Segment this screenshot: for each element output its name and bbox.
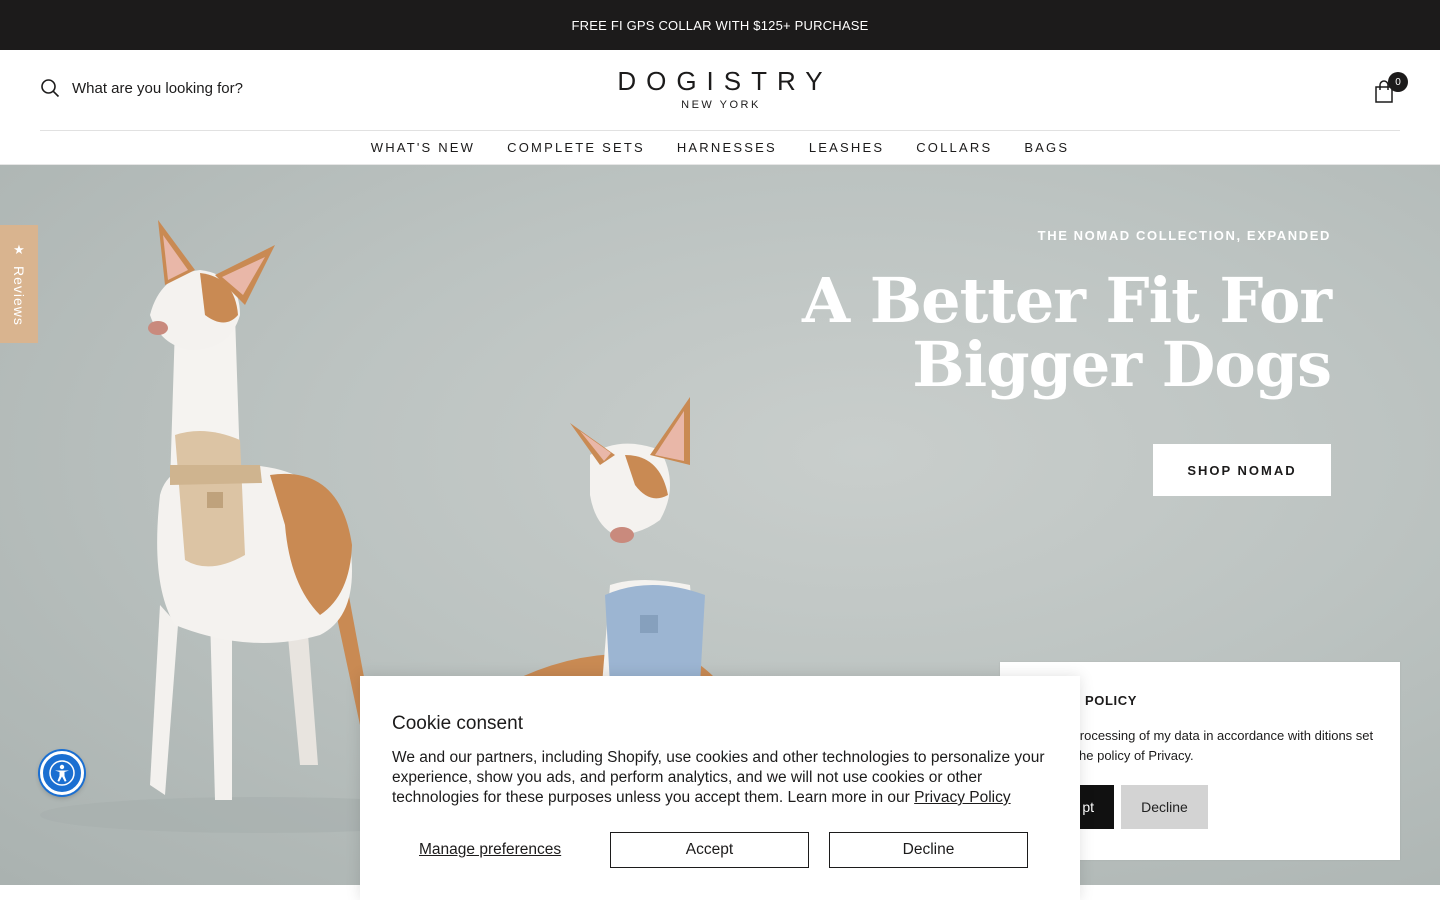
announcement-bar: FREE FI GPS COLLAR WITH $125+ PURCHASE [0, 0, 1440, 50]
cart-button[interactable]: 0 [1370, 72, 1408, 106]
privacy-panel-title: POLICY [1085, 693, 1137, 708]
nav-item-bags[interactable]: BAGS [1008, 140, 1085, 155]
cart-count-badge: 0 [1388, 72, 1408, 92]
nav-item-whats-new[interactable]: WHAT'S NEW [355, 140, 491, 155]
accessibility-button[interactable] [40, 751, 84, 795]
site-logo[interactable]: DOGISTRY NEW YORK [0, 66, 1440, 111]
accessibility-icon [49, 760, 75, 786]
cookie-text: We and our partners, including Shopify, … [392, 748, 1052, 808]
nav-item-complete-sets[interactable]: COMPLETE SETS [491, 140, 661, 155]
privacy-panel-text: o the processing of my data in accordanc… [1040, 728, 1374, 763]
cookie-accept-button[interactable]: Accept [610, 832, 809, 868]
main-nav: WHAT'S NEW COMPLETE SETS HARNESSES LEASH… [0, 131, 1440, 164]
cookie-consent-dialog: Cookie consent We and our partners, incl… [360, 676, 1080, 900]
hero-title: A Better Fit For Bigger Dogs [802, 264, 1332, 401]
nav-item-leashes[interactable]: LEASHES [793, 140, 900, 155]
hero-eyebrow: THE NOMAD COLLECTION, EXPANDED [1037, 228, 1331, 243]
manage-preferences-link[interactable]: Manage preferences [419, 841, 561, 859]
star-icon: ★ [13, 242, 25, 258]
cookie-title: Cookie consent [392, 713, 523, 734]
nav-item-harnesses[interactable]: HARNESSES [661, 140, 793, 155]
reviews-tab[interactable]: ★ Reviews [0, 225, 38, 343]
shop-nomad-button[interactable]: SHOP NOMAD [1153, 444, 1331, 496]
logo-wordmark: DOGISTRY [617, 66, 833, 96]
nav-item-collars[interactable]: COLLARS [900, 140, 1008, 155]
announcement-text: FREE FI GPS COLLAR WITH $125+ PURCHASE [571, 17, 869, 33]
privacy-policy-link[interactable]: Privacy Policy [914, 789, 1010, 806]
privacy-decline-button[interactable]: Decline [1121, 785, 1208, 829]
cookie-decline-button[interactable]: Decline [829, 832, 1028, 868]
site-header: DOGISTRY NEW YORK 0 WHAT'S NEW COMPLETE … [0, 50, 1440, 165]
logo-subtitle: NEW YORK [681, 99, 761, 111]
reviews-tab-label: Reviews [11, 266, 27, 326]
